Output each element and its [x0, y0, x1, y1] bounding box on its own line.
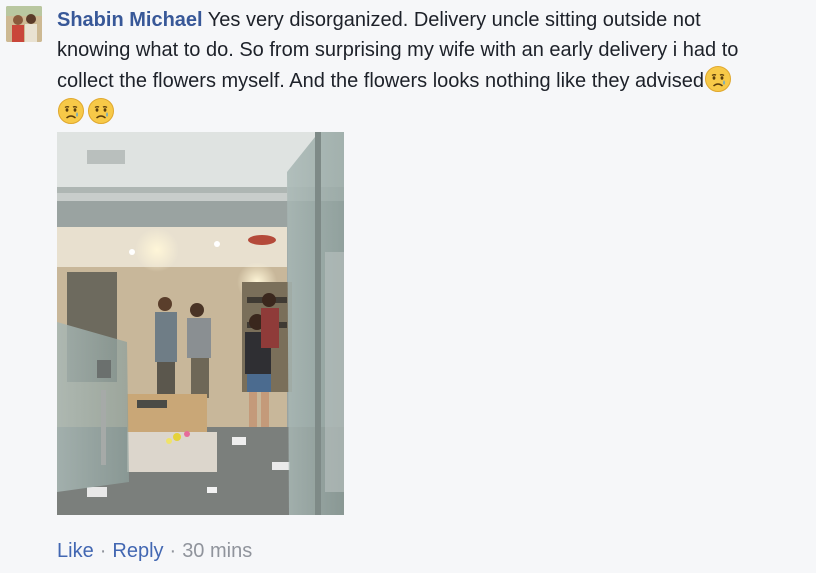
- separator: ·: [169, 540, 177, 562]
- comment: Shabin Michael Yes very disorganized. De…: [0, 0, 816, 573]
- avatar-image: [6, 6, 42, 42]
- comment-body: Shabin Michael Yes very disorganized. De…: [57, 6, 757, 128]
- separator: ·: [99, 540, 107, 562]
- timestamp[interactable]: 30 mins: [182, 540, 252, 562]
- attached-photo[interactable]: [57, 132, 344, 515]
- reply-button[interactable]: Reply: [112, 540, 163, 562]
- crying-face-icon: [87, 97, 115, 125]
- like-button[interactable]: Like: [57, 540, 94, 562]
- flower-shop-photo-icon: [57, 132, 344, 515]
- comment-actions: Like · Reply · 30 mins: [57, 537, 252, 565]
- comment-text-block: Shabin Michael Yes very disorganized. De…: [57, 6, 757, 128]
- crying-face-icon: [57, 97, 85, 125]
- author-name-link[interactable]: Shabin Michael: [57, 9, 203, 31]
- avatar[interactable]: [6, 6, 42, 42]
- crying-face-icon: [704, 65, 732, 93]
